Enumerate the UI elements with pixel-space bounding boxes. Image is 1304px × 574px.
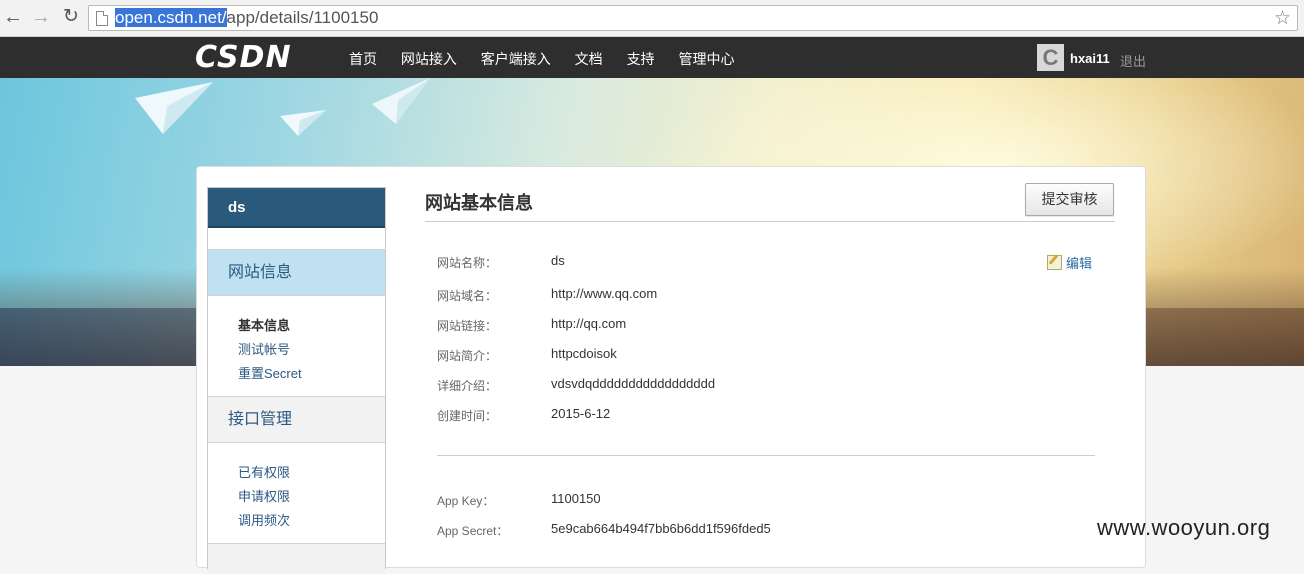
app-details-card: ds 网站信息 基本信息 测试帐号 重置Secret 接口管理 已有权限 申请权…	[196, 166, 1146, 574]
menu-admin-center[interactable]: 管理中心	[678, 51, 734, 67]
edit-button[interactable]: 编辑	[1047, 253, 1092, 272]
app-secret-value: 5e9cab664b494f7bb6b6dd1f596fded5	[551, 521, 771, 536]
browser-toolbar: ← → ↻ open.csdn.net/app/details/1100150 …	[0, 0, 1304, 37]
app-key-value: 1100150	[551, 491, 601, 506]
sidebar-item-call-frequency[interactable]: 调用频次	[238, 510, 290, 529]
website-link-label: 网站链接：	[437, 319, 498, 333]
sidebar-item-permissions[interactable]: 已有权限	[238, 462, 290, 481]
address-bar[interactable]: open.csdn.net/app/details/1100150 ☆	[88, 5, 1298, 31]
url-text[interactable]: open.csdn.net/app/details/1100150	[115, 8, 378, 28]
sidebar-item-reset-secret[interactable]: 重置Secret	[238, 363, 302, 382]
back-arrow-icon[interactable]: ←	[2, 6, 24, 28]
website-summary-value: httpcdoisok	[551, 346, 617, 361]
page-title: 网站基本信息	[425, 193, 533, 213]
detail-intro-value: vdsvdqddddddddddddddddd	[551, 376, 716, 391]
logout-link[interactable]: 退出	[1120, 51, 1146, 70]
submit-review-button[interactable]: 提交审核	[1025, 183, 1114, 216]
website-summary-label: 网站简介：	[437, 349, 498, 363]
url-path: app/details/1100150	[226, 8, 379, 27]
sidebar-item-test-account[interactable]: 测试帐号	[238, 339, 290, 358]
sidebar-footer	[208, 543, 385, 574]
paper-plane-icon	[135, 82, 213, 134]
sidebar-app-name: ds	[208, 188, 385, 228]
title-divider	[425, 221, 1115, 222]
page-icon	[96, 11, 108, 26]
avatar[interactable]: C	[1037, 44, 1064, 71]
app-key-label: App Key：	[437, 494, 495, 508]
menu-home[interactable]: 首页	[349, 51, 377, 67]
forward-arrow-icon[interactable]: →	[30, 6, 52, 28]
app-secret-label: App Secret：	[437, 524, 509, 538]
edit-label: 编辑	[1066, 256, 1093, 271]
edit-icon	[1047, 255, 1062, 270]
username-link[interactable]: hxai11	[1070, 51, 1110, 66]
url-host: open.csdn.net/	[115, 8, 227, 27]
site-header: CSDN 首页 网站接入 客户端接入 文档 支持 管理中心 C hxai11 退…	[0, 37, 1304, 78]
csdn-logo[interactable]: CSDN	[195, 40, 292, 75]
website-domain-value: http://www.qq.com	[551, 286, 658, 301]
detail-intro-label: 详细介绍：	[437, 379, 498, 393]
sidebar-section-website-info[interactable]: 网站信息	[208, 249, 385, 296]
menu-client-access[interactable]: 客户端接入	[481, 51, 551, 67]
website-domain-label: 网站域名：	[437, 289, 498, 303]
paper-plane-icon	[280, 110, 326, 136]
paper-plane-icon	[372, 78, 430, 124]
website-link-value: http://qq.com	[551, 316, 627, 331]
bookmark-star-icon[interactable]: ☆	[1274, 7, 1291, 30]
section-divider	[437, 455, 1095, 456]
menu-support[interactable]: 支持	[627, 51, 655, 67]
sidebar: ds 网站信息 基本信息 测试帐号 重置Secret 接口管理 已有权限 申请权…	[207, 187, 386, 574]
sidebar-section-api-management[interactable]: 接口管理	[208, 396, 385, 443]
website-name-value: ds	[551, 253, 565, 268]
reload-icon[interactable]: ↻	[60, 6, 82, 28]
main-menu: 首页 网站接入 客户端接入 文档 支持 管理中心	[349, 49, 754, 69]
sidebar-item-basic-info[interactable]: 基本信息	[238, 315, 290, 334]
created-time-label: 创建时间：	[437, 409, 498, 423]
menu-docs[interactable]: 文档	[575, 51, 603, 67]
created-time-value: 2015-6-12	[551, 406, 611, 421]
website-name-label: 网站名称：	[437, 256, 498, 270]
sidebar-item-apply-permission[interactable]: 申请权限	[238, 486, 290, 505]
watermark: www.wooyun.org	[1097, 515, 1271, 540]
menu-website-access[interactable]: 网站接入	[401, 51, 457, 67]
